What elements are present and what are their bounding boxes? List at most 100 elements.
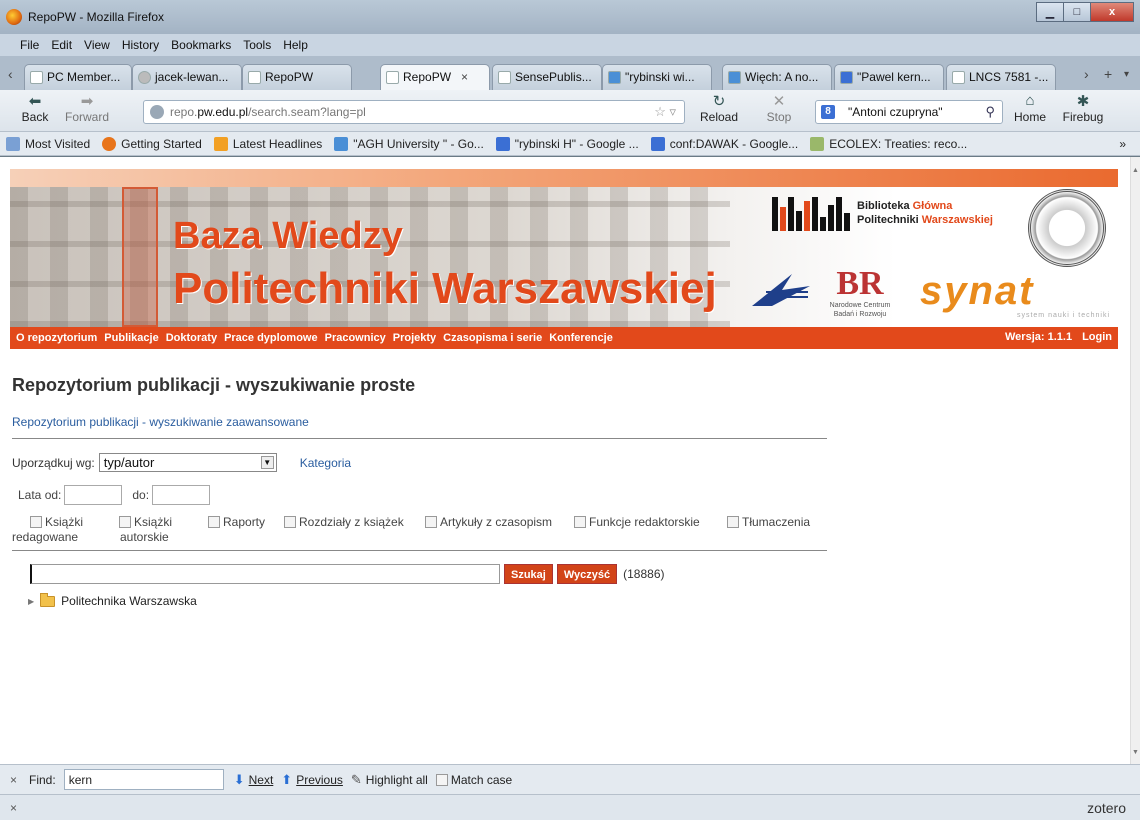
year-to-input[interactable] — [152, 485, 211, 505]
tab-rybinski[interactable]: "rybinski wi... — [602, 64, 712, 90]
menu-tools[interactable]: Tools — [243, 38, 271, 52]
checkbox[interactable] — [574, 516, 586, 528]
menu-view[interactable]: View — [84, 38, 110, 52]
sort-select[interactable]: typ/autor ▼ — [98, 453, 277, 472]
close-findbar-icon[interactable]: × — [10, 773, 17, 787]
bookmarks-overflow-icon[interactable]: » — [1119, 137, 1126, 151]
new-tab-icon[interactable]: + — [1104, 66, 1112, 82]
tab-scroll-left-icon[interactable]: ‹ — [8, 66, 13, 82]
bookmark-dawak[interactable]: conf:DAWAK - Google... — [650, 136, 798, 151]
nav-prace-dyplomowe[interactable]: Prace dyplomowe — [224, 332, 318, 344]
sort-row: Uporządkuj wg: typ/autor ▼ Kategoria — [12, 453, 351, 472]
tab-wiech[interactable]: Więch: A no... — [722, 64, 832, 90]
clear-button[interactable]: Wyczyść — [556, 564, 618, 584]
expand-icon[interactable]: ▶ — [28, 597, 34, 606]
reload-button[interactable]: ↻ Reload — [694, 92, 744, 124]
nav-konferencje[interactable]: Konferencje — [549, 332, 613, 344]
menu-file[interactable]: File — [20, 38, 39, 52]
tab-scroll-right-icon[interactable]: › — [1084, 66, 1089, 82]
filter-ksiazki-autorskie[interactable]: Książki — [119, 515, 172, 529]
tab-list-icon[interactable]: ▾ — [1124, 69, 1129, 80]
nav-pracownicy[interactable]: Pracownicy — [325, 332, 386, 344]
advanced-search-link[interactable]: Repozytorium publikacji - wyszukiwanie z… — [12, 415, 309, 429]
firebug-button[interactable]: ✱ Firebug — [1058, 92, 1108, 124]
search-icon[interactable]: ⚲ — [985, 104, 995, 120]
tab-jacek-lewan[interactable]: jacek-lewan... — [132, 64, 242, 90]
tab-lncs[interactable]: LNCS 7581 -... — [946, 64, 1056, 90]
stop-button[interactable]: ✕ Stop — [754, 92, 804, 124]
find-input[interactable]: kern — [63, 769, 224, 790]
home-button[interactable]: ⌂ Home — [1005, 92, 1055, 124]
bookmark-most-visited[interactable]: Most Visited — [6, 136, 90, 151]
filter-funkcje-redaktorskie[interactable]: Funkcje redaktorskie — [574, 515, 700, 529]
year-from-input[interactable] — [64, 485, 123, 505]
menu-edit[interactable]: Edit — [51, 38, 72, 52]
tab-pawel-kern[interactable]: "Pawel kern... — [834, 64, 944, 90]
url-bar[interactable]: repo.pw.edu.pl/search.seam?lang=pl ☆ ▿ — [143, 100, 685, 124]
search-button[interactable]: Szukaj — [504, 564, 553, 584]
checkbox[interactable] — [435, 773, 448, 786]
tab-repopw-1[interactable]: RepoPW — [242, 64, 352, 90]
nav-czasopisma[interactable]: Czasopisma i serie — [443, 332, 542, 344]
maximize-button[interactable]: □ — [1063, 2, 1091, 22]
filter-artykuly[interactable]: Artykuły z czasopism — [425, 515, 552, 529]
find-next-button[interactable]: ⬇ Next — [234, 772, 274, 788]
login-link[interactable]: Login — [1082, 331, 1112, 343]
web-search-input[interactable]: 8 "Antoni czupryna" ⚲ — [815, 100, 1003, 124]
minimize-button[interactable]: ▁ — [1036, 2, 1064, 22]
bookmark-getting-started[interactable]: Getting Started — [102, 136, 202, 151]
checkbox[interactable] — [425, 516, 437, 528]
url-prefix: repo. — [170, 105, 198, 119]
menu-bookmarks[interactable]: Bookmarks — [171, 38, 231, 52]
filter-tlumaczenia[interactable]: Tłumaczenia — [727, 515, 810, 529]
close-window-button[interactable]: x — [1090, 2, 1134, 22]
scroll-down-icon[interactable]: ▼ — [1132, 749, 1139, 756]
filter-rozdzialy[interactable]: Rozdziały z książek — [284, 515, 404, 529]
menu-history[interactable]: History — [122, 38, 159, 52]
bookmark-star-icon[interactable]: ☆ ▿ — [654, 104, 676, 120]
back-button[interactable]: ⬅ Back — [10, 92, 60, 124]
forward-button[interactable]: ➡ Forward — [62, 92, 112, 124]
checkbox[interactable] — [30, 516, 42, 528]
find-previous-button[interactable]: ⬆ Previous — [281, 772, 343, 788]
filter-label-line2: autorskie — [120, 530, 169, 544]
bookmark-label: Getting Started — [121, 136, 202, 151]
synat-word: synat — [920, 269, 1035, 313]
close-addon-bar-icon[interactable]: × — [10, 801, 17, 815]
checkbox[interactable] — [284, 516, 296, 528]
bookmark-agh[interactable]: "AGH University " - Go... — [334, 136, 484, 151]
page-icon — [248, 71, 261, 84]
nav-o-repozytorium[interactable]: O repozytorium — [16, 332, 97, 344]
scrollbar[interactable]: ▲ ▼ — [1130, 157, 1140, 764]
bookmark-latest-headlines[interactable]: Latest Headlines — [213, 136, 322, 151]
page-icon — [30, 71, 43, 84]
tab-label: "Pawel kern... — [857, 70, 931, 84]
find-next-label: Next — [248, 772, 274, 787]
bookmark-ecolex[interactable]: ECOLEX: Treaties: reco... — [810, 136, 967, 151]
highlight-all-button[interactable]: ✎ Highlight all — [351, 772, 428, 788]
tree-root-label: Politechnika Warszawska — [61, 594, 197, 608]
scroll-up-icon[interactable]: ▲ — [1132, 167, 1139, 174]
category-link[interactable]: Kategoria — [300, 456, 351, 470]
zotero-button[interactable]: zotero — [1087, 800, 1126, 816]
tab-close-icon[interactable]: × — [461, 70, 468, 84]
search-row: Szukaj Wyczyść (18886) — [30, 564, 665, 584]
checkbox[interactable] — [208, 516, 220, 528]
filter-ksiazki-redagowane[interactable]: Książki — [30, 515, 83, 529]
home-icon: ⌂ — [1025, 92, 1035, 109]
tab-repopw-active[interactable]: RepoPW × — [380, 64, 490, 90]
tab-label: "rybinski wi... — [625, 70, 695, 84]
bookmark-rybinski[interactable]: "rybinski H" - Google ... — [495, 136, 639, 151]
nav-projekty[interactable]: Projekty — [393, 332, 436, 344]
search-input[interactable] — [30, 564, 500, 584]
match-case-checkbox[interactable]: Match case — [435, 773, 512, 787]
nav-doktoraty[interactable]: Doktoraty — [166, 332, 217, 344]
checkbox[interactable] — [119, 516, 131, 528]
nav-publikacje[interactable]: Publikacje — [104, 332, 158, 344]
tab-pc-member[interactable]: PC Member... — [24, 64, 132, 90]
menu-help[interactable]: Help — [283, 38, 308, 52]
tab-sensepublis[interactable]: SensePublis... — [492, 64, 602, 90]
checkbox[interactable] — [727, 516, 739, 528]
tree-item[interactable]: ▶ Politechnika Warszawska — [28, 592, 197, 608]
filter-raporty[interactable]: Raporty — [208, 515, 265, 529]
